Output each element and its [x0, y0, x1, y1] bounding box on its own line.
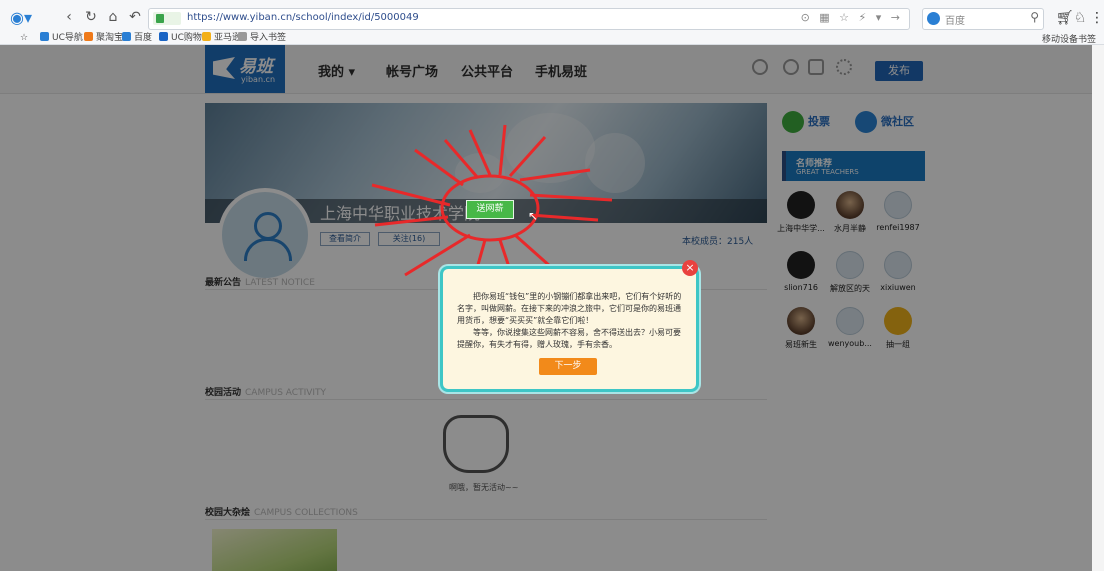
search-engine-icon[interactable] — [927, 12, 940, 25]
user-icon[interactable]: ♘ — [1074, 10, 1087, 26]
undo-icon[interactable]: ↶ — [126, 9, 144, 27]
search-icon[interactable]: ⚲ — [1030, 10, 1039, 24]
right-edge-panel — [1092, 45, 1104, 571]
send-gift-button[interactable]: 送网薪 — [466, 200, 514, 219]
browser-toolbar: ◉▾ ‹ ↻ ⌂ ↶ https://www.yiban.cn/school/i… — [0, 0, 1104, 45]
popup-paragraph-1: 把你易班“钱包”里的小钢镚们都拿出来吧，它们有个好听的名字，叫做网薪。在接下来的… — [457, 292, 682, 325]
bookmarks-bar: ☆ UC导航 聚淘宝 百度 UC购物 亚马逊 导入书签 移动设备书签 — [0, 32, 1104, 45]
guide-popup: 把你易班“钱包”里的小钢镚们都拿出来吧，它们有个好听的名字，叫做网薪。在接下来的… — [440, 266, 699, 392]
home-icon[interactable]: ⌂ — [104, 9, 122, 27]
close-icon[interactable]: × — [682, 260, 698, 276]
popup-paragraph-2: 等等，你说搜集这些网薪不容易，舍不得送出去？小易可要提醒你，有失才有得，赠人玫瑰… — [457, 328, 681, 349]
secure-lock-icon — [153, 12, 181, 25]
bookmark-item[interactable]: 导入书签 — [238, 32, 286, 44]
bookmark-item[interactable]: 亚马逊 — [202, 32, 241, 44]
mouse-cursor-icon: ↖ — [528, 209, 539, 223]
bookmark-item[interactable]: UC购物 — [159, 32, 202, 44]
refresh-icon[interactable]: ↻ — [82, 9, 100, 27]
address-bar[interactable]: https://www.yiban.cn/school/index/id/500… — [148, 8, 910, 30]
bookmark-item[interactable]: 聚淘宝 — [84, 32, 123, 44]
bookmark-item[interactable]: UC导航 — [40, 32, 83, 44]
search-engine-label: 百度 — [945, 16, 965, 27]
next-step-button[interactable]: 下一步 — [539, 358, 597, 375]
uc-browser-logo-icon[interactable]: ◉▾ — [10, 8, 44, 27]
back-icon[interactable]: ‹ — [60, 9, 78, 27]
popup-text: 把你易班“钱包”里的小钢镚们都拿出来吧，它们有个好听的名字，叫做网薪。在接下来的… — [457, 291, 683, 351]
bookmark-item[interactable]: 百度 — [122, 32, 152, 44]
url-text[interactable]: https://www.yiban.cn/school/index/id/500… — [187, 12, 419, 23]
address-tools-icons[interactable]: ⊙ ▦ ☆ ⚡ ▾ → — [801, 11, 903, 24]
cart-icon[interactable]: 🛒︎ — [1056, 10, 1074, 26]
mobile-bookmarks[interactable]: 移动设备书签 — [1042, 32, 1096, 45]
bookmark-star-icon[interactable]: ☆ — [20, 32, 28, 44]
search-box[interactable]: 百度 ⚲ — [922, 8, 1044, 30]
menu-icon[interactable]: ⋮ — [1090, 10, 1104, 26]
